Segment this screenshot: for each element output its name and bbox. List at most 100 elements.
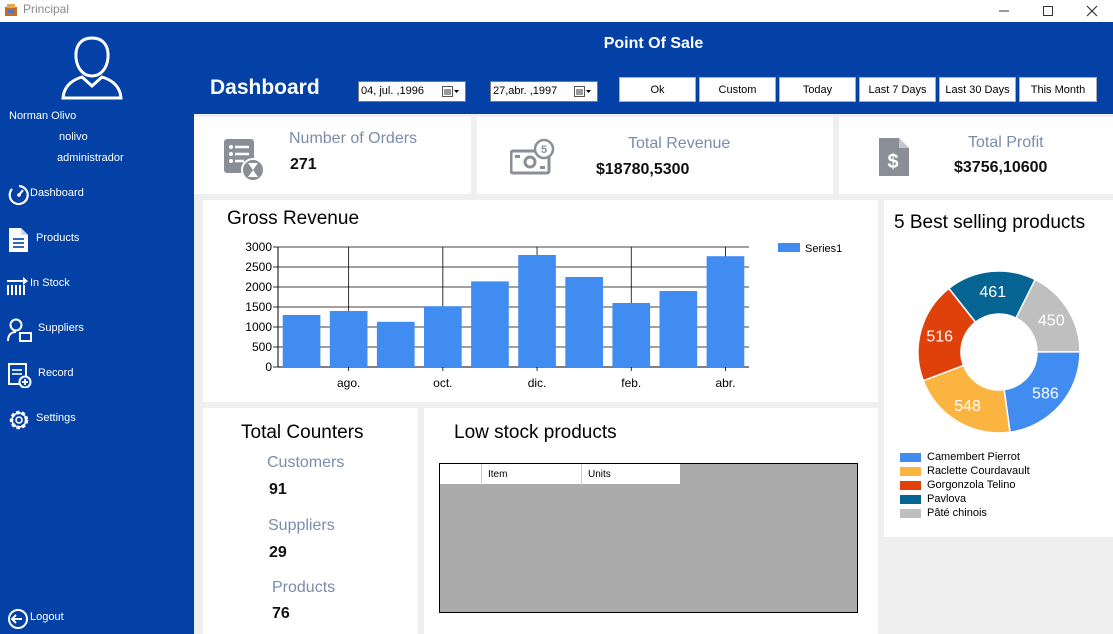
sidebar-item-label: Suppliers bbox=[38, 322, 84, 334]
record-add-icon bbox=[8, 363, 32, 388]
window-title: Principal bbox=[23, 2, 70, 16]
start-date-picker[interactable]: 04, jul. ,1996 bbox=[358, 81, 466, 102]
x-tick-label: oct. bbox=[433, 376, 452, 390]
slice-value-label: 450 bbox=[1038, 313, 1065, 330]
money-icon: 5 bbox=[510, 139, 555, 175]
bar bbox=[518, 255, 556, 367]
dashboard-gauge-icon bbox=[8, 184, 29, 206]
user-avatar-icon bbox=[61, 36, 123, 100]
legend-swatch bbox=[900, 453, 921, 462]
user-role: administrador bbox=[57, 152, 124, 164]
y-tick-label: 3000 bbox=[245, 240, 272, 254]
slice-value-label: 586 bbox=[1032, 385, 1059, 402]
last-30-days-button[interactable]: Last 30 Days bbox=[939, 77, 1016, 102]
end-date-value: 27,abr. ,1997 bbox=[493, 85, 558, 97]
y-tick-label: 2500 bbox=[245, 260, 272, 274]
orders-value: 271 bbox=[290, 156, 317, 173]
y-tick-label: 500 bbox=[252, 340, 272, 354]
bar bbox=[424, 306, 462, 367]
total-counters-card: Total Counters Customers 91 Suppliers 29… bbox=[203, 408, 418, 634]
legend-swatch bbox=[900, 467, 921, 476]
sidebar-item-label: In Stock bbox=[30, 277, 70, 289]
close-icon bbox=[1086, 5, 1098, 17]
sidebar-item-suppliers[interactable]: Suppliers bbox=[0, 313, 194, 345]
bar bbox=[282, 315, 321, 367]
customers-label: Customers bbox=[267, 454, 345, 471]
logout-icon bbox=[8, 609, 28, 629]
legend-swatch bbox=[900, 495, 921, 504]
profit-card: $ Total Profit $3756,10600 bbox=[839, 117, 1113, 194]
revenue-label: Total Revenue bbox=[628, 135, 731, 152]
x-tick-label: dic. bbox=[528, 376, 547, 390]
suppliers-value: 29 bbox=[269, 544, 287, 561]
sidebar: Norman Olivo nolivo administrador Dashbo… bbox=[0, 22, 194, 634]
close-button[interactable] bbox=[1070, 0, 1113, 22]
custom-button[interactable]: Custom bbox=[699, 77, 776, 102]
sidebar-item-label: Products bbox=[36, 232, 80, 244]
app-icon bbox=[5, 4, 17, 16]
suppliers-label: Suppliers bbox=[268, 517, 335, 534]
x-tick-label: abr. bbox=[715, 376, 735, 390]
minimize-button[interactable] bbox=[982, 0, 1026, 22]
start-date-value: 04, jul. ,1996 bbox=[361, 85, 424, 97]
legend-label: Pâté chinois bbox=[927, 507, 987, 519]
slice-value-label: 516 bbox=[926, 329, 953, 346]
sidebar-item-label: Settings bbox=[36, 412, 76, 424]
bar bbox=[471, 281, 509, 367]
revenue-value: $18780,5300 bbox=[596, 161, 690, 178]
logout-label: Logout bbox=[30, 611, 64, 623]
slice-value-label: 548 bbox=[954, 398, 981, 415]
legend-label: Pavlova bbox=[927, 493, 967, 505]
bar bbox=[706, 256, 745, 367]
calendar-dropdown-icon bbox=[574, 86, 591, 97]
column-header-item[interactable]: Item bbox=[481, 464, 581, 485]
gross-revenue-card: Gross Revenue 0 500 1000 1500 2000 2500 3000 ag… bbox=[203, 200, 878, 402]
bar bbox=[612, 303, 651, 367]
bar bbox=[329, 311, 368, 367]
legend-swatch bbox=[778, 243, 800, 252]
profit-value: $3756,10600 bbox=[954, 159, 1048, 176]
maximize-button[interactable] bbox=[1026, 0, 1070, 22]
app-title: Point Of Sale bbox=[603, 35, 704, 52]
profit-label: Total Profit bbox=[968, 134, 1044, 151]
grid-header-row: Item Units bbox=[440, 464, 681, 485]
maximize-icon bbox=[1043, 6, 1053, 16]
sidebar-item-label: Dashboard bbox=[30, 187, 84, 199]
y-tick-label: 1000 bbox=[245, 320, 272, 334]
revenue-card: 5 Total Revenue $18780,5300 bbox=[477, 117, 833, 194]
y-tick-label: 0 bbox=[265, 360, 272, 374]
bar bbox=[659, 291, 698, 367]
last-7-days-button[interactable]: Last 7 Days bbox=[859, 77, 936, 102]
svg-text:$: $ bbox=[887, 151, 898, 173]
customers-value: 91 bbox=[269, 481, 287, 498]
ok-button[interactable]: Ok bbox=[619, 77, 696, 102]
y-tick-label: 1500 bbox=[245, 300, 272, 314]
sidebar-item-dashboard[interactable]: Dashboard bbox=[0, 178, 194, 210]
today-button[interactable]: Today bbox=[779, 77, 856, 102]
column-header-units[interactable]: Units bbox=[581, 464, 681, 485]
low-stock-title: Low stock products bbox=[454, 422, 617, 443]
stock-arrow-icon bbox=[7, 277, 28, 295]
sidebar-item-products[interactable]: Products bbox=[0, 223, 194, 255]
orders-list-icon bbox=[224, 139, 264, 182]
low-stock-grid[interactable]: Item Units bbox=[439, 463, 858, 613]
page-title: Dashboard bbox=[210, 76, 320, 99]
legend-label: Gorgonzola Telino bbox=[927, 479, 1016, 491]
sidebar-item-in-stock[interactable]: In Stock bbox=[0, 268, 194, 300]
window-titlebar: Principal bbox=[0, 0, 1113, 22]
end-date-picker[interactable]: 27,abr. ,1997 bbox=[490, 81, 598, 102]
sidebar-item-label: Record bbox=[38, 367, 74, 379]
logout-button[interactable]: Logout bbox=[0, 602, 194, 634]
sidebar-item-record[interactable]: Record bbox=[0, 358, 194, 390]
minimize-icon bbox=[999, 10, 1009, 12]
svg-text:5: 5 bbox=[541, 144, 547, 156]
this-month-button[interactable]: This Month bbox=[1019, 77, 1097, 102]
supplier-user-icon bbox=[7, 318, 32, 342]
products-value: 76 bbox=[272, 605, 290, 622]
grid-row-header-corner bbox=[440, 464, 481, 485]
user-login: nolivo bbox=[59, 131, 88, 143]
x-tick-label: ago. bbox=[337, 376, 360, 390]
dollar-document-icon: $ bbox=[879, 138, 909, 176]
legend-swatch bbox=[900, 509, 921, 518]
sidebar-item-settings[interactable]: Settings bbox=[0, 403, 194, 435]
